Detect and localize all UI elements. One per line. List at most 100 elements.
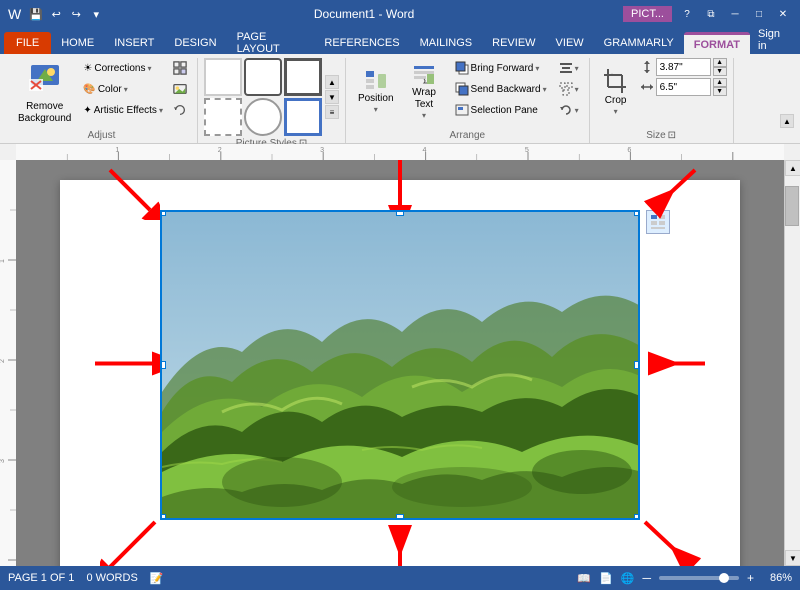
arrow-br-svg [635,512,705,566]
styles-top-row [204,58,322,96]
scroll-track [785,176,800,550]
style-box-6[interactable] [284,98,322,136]
style-box-5[interactable] [244,98,282,136]
style-box-4[interactable] [204,98,242,136]
minimize-btn[interactable]: ─ [726,5,744,23]
tab-design[interactable]: DESIGN [164,32,226,54]
qa-dropdown-btn[interactable]: ▾ [87,5,105,23]
corrections-dropdown-icon: ▾ [147,64,151,73]
style-box-2[interactable] [244,58,282,96]
crop-label: Crop [605,95,627,107]
arrow-tr-svg [640,160,705,220]
read-mode-btn[interactable]: 📖 [577,572,591,585]
gallery-down-btn[interactable]: ▼ [325,90,339,104]
window-title: Document1 - Word [105,7,623,21]
tab-home[interactable]: HOME [51,32,104,54]
rotate-btn[interactable]: ▾ [555,100,583,120]
send-backward-dd: ▾ [543,85,547,94]
color-btn[interactable]: 🎨 Color ▾ [79,79,167,99]
compress-icon [173,60,187,76]
tab-file[interactable]: FILE [4,32,51,54]
group-btn[interactable]: ▾ [555,79,583,99]
adjust-content: RemoveBackground ☀ Corrections ▾ 🎨 Color… [12,58,191,128]
arrow-bl-svg [100,512,165,566]
reset-picture-btn[interactable] [169,100,191,120]
zoom-thumb[interactable] [719,573,729,583]
ribbon-group-size: Crop ▾ ▲ ▼ [590,58,734,143]
height-up-btn[interactable]: ▲ [713,58,727,67]
send-backward-btn[interactable]: Send Backward ▾ [451,79,551,99]
ruler-h-svg: 1 2 3 4 5 6 [16,144,784,160]
bring-forward-dd: ▾ [535,64,539,73]
width-up-btn[interactable]: ▲ [713,78,727,87]
scroll-up-btn[interactable]: ▲ [785,160,800,176]
crop-icon [602,67,630,95]
change-picture-btn[interactable] [169,79,191,99]
group-dd: ▾ [575,85,579,94]
wrap-text-btn[interactable]: Wrap Text ▾ [402,58,447,126]
artistic-effects-btn[interactable]: ✦ Artistic Effects ▾ [79,100,167,120]
zoom-level[interactable]: 86% [762,572,792,584]
width-input[interactable] [656,78,711,96]
corrections-btn[interactable]: ☀ Corrections ▾ [79,58,167,78]
height-down-btn[interactable]: ▼ [713,67,727,76]
arrow-bc-svg [380,517,420,566]
height-input[interactable] [656,58,711,76]
save-qa-btn[interactable]: 💾 [27,5,45,23]
quick-access-toolbar: W 💾 ↩ ↪ ▾ [8,5,105,23]
proofing-icon[interactable]: 📝 [150,572,164,585]
tab-insert[interactable]: INSERT [104,32,164,54]
selected-image[interactable] [160,210,640,520]
tab-grammarly[interactable]: GRAMMARLY [594,32,684,54]
compress-pictures-btn[interactable] [169,58,191,78]
width-icon [640,80,654,94]
size-dialog-launcher[interactable]: ⊡ [668,130,676,141]
tab-review[interactable]: REVIEW [482,32,545,54]
content-area: 1 2 3 4 5 6 1 2 3 [0,144,800,566]
tab-view[interactable]: VIEW [546,32,594,54]
style-box-1[interactable] [204,58,242,96]
scroll-down-btn[interactable]: ▼ [785,550,800,566]
gallery-up-btn[interactable]: ▲ [325,75,339,89]
redo-qa-btn[interactable]: ↪ [67,5,85,23]
scroll-thumb[interactable] [785,186,799,226]
remove-background-btn[interactable]: RemoveBackground [12,58,77,126]
ruler-vertical: 1 2 3 [0,160,16,566]
maximize-btn[interactable]: □ [750,5,768,23]
wrap-text-label2: Text [415,99,433,111]
sign-in-btn[interactable]: Sign in [750,26,796,54]
pict-tab-btn[interactable]: PICT... [623,6,672,22]
handle-top-left[interactable] [160,210,166,216]
bring-forward-btn[interactable]: Bring Forward ▾ [451,58,551,78]
selection-pane-btn[interactable]: Selection Pane [451,100,551,120]
corrections-label: Corrections [94,63,145,74]
crop-btn[interactable]: Crop ▾ [596,58,636,126]
align-dd: ▾ [575,64,579,73]
position-btn[interactable]: Position ▾ [352,58,400,126]
send-backward-label: Send Backward [471,84,541,95]
status-bar: PAGE 1 OF 1 0 WORDS 📝 📖 📄 🌐 ─ + 86% [0,566,800,590]
align-btn[interactable]: ▾ [555,58,583,78]
tab-format[interactable]: FORMAT [684,32,750,54]
ribbon-display-btn[interactable]: ⧉ [702,5,720,23]
handle-middle-left[interactable] [160,361,166,369]
color-dropdown-icon: ▾ [124,85,128,94]
tab-references[interactable]: REFERENCES [314,32,409,54]
zoom-out-btn[interactable]: ─ [642,571,651,585]
width-down-btn[interactable]: ▼ [713,87,727,96]
web-layout-btn[interactable]: 🌐 [621,572,635,585]
print-layout-btn[interactable]: 📄 [599,572,613,585]
tab-page-layout[interactable]: PAGE LAYOUT [227,32,315,54]
help-btn[interactable]: ? [678,5,696,23]
gallery-more-btn[interactable]: ≡ [325,105,339,119]
close-btn[interactable]: ✕ [774,5,792,23]
style-box-3[interactable] [284,58,322,96]
zoom-slider[interactable] [659,576,739,580]
arrange-content: Position ▾ Wrap Text ▾ [352,58,583,128]
undo-qa-btn[interactable]: ↩ [47,5,65,23]
size-group-label: Size [646,128,665,143]
zoom-in-btn[interactable]: + [747,571,754,585]
ribbon-scroll-btn[interactable]: ▲ [780,114,794,128]
height-spinner: ▲ ▼ [713,58,727,76]
tab-mailings[interactable]: MAILINGS [410,32,483,54]
